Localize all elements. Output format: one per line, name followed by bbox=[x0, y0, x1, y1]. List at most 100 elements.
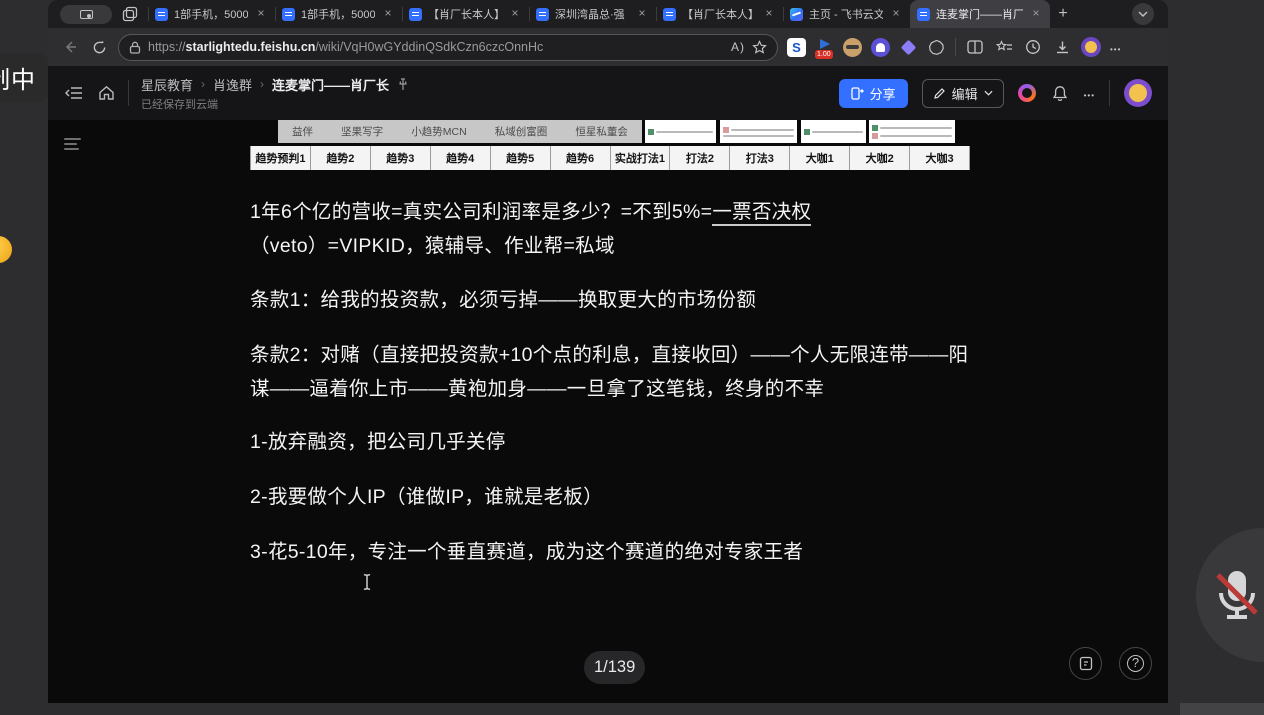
extension-avatar-icon[interactable] bbox=[843, 38, 862, 57]
link-preview-thumbnail bbox=[872, 125, 952, 131]
document-icon bbox=[536, 8, 549, 21]
link-preview-thumbnail bbox=[723, 135, 794, 137]
tab-title: 深圳湾晶总·强 bbox=[555, 6, 629, 22]
extension-gem-icon[interactable] bbox=[899, 38, 918, 57]
favorite-star-icon[interactable] bbox=[752, 40, 767, 55]
tab-workspaces-icon[interactable] bbox=[122, 6, 138, 22]
table-cell[interactable]: 趋势6 bbox=[551, 146, 611, 170]
extension-s-icon[interactable] bbox=[787, 38, 806, 57]
tab-list-dropdown[interactable] bbox=[1132, 3, 1154, 25]
help-button[interactable] bbox=[1119, 647, 1152, 680]
more-menu-icon[interactable] bbox=[1084, 85, 1095, 101]
table-cell[interactable]: 坚果写字 bbox=[341, 124, 383, 139]
browser-tab[interactable]: 深圳湾晶总·强 bbox=[529, 0, 656, 28]
browser-tab-active[interactable]: 连麦掌门——肖厂 bbox=[910, 0, 1050, 28]
address-bar[interactable]: https://starlightedu.feishu.cn/wiki/VqH0… bbox=[118, 34, 778, 61]
close-icon[interactable] bbox=[508, 7, 522, 21]
close-icon[interactable] bbox=[254, 7, 268, 21]
browser-window: 1部手机，5000 1部手机，5000 【肖厂长本人】 深圳湾晶总·强 【肖厂长 bbox=[48, 0, 1168, 703]
link-preview-thumbnail bbox=[723, 127, 794, 133]
table-thumbnail-cell[interactable] bbox=[801, 120, 866, 143]
refresh-icon[interactable] bbox=[89, 37, 109, 57]
table-cell[interactable]: 益伴 bbox=[292, 124, 313, 139]
desktop-corner-patch bbox=[1180, 703, 1264, 715]
table-cell[interactable]: 趋势5 bbox=[491, 146, 551, 170]
paragraph-text: （veto）=VIPKID，猿辅导、作业帮=私域 bbox=[250, 235, 615, 257]
table-thumbnail-cell[interactable] bbox=[645, 120, 716, 143]
table-cell[interactable]: 打法2 bbox=[670, 146, 730, 170]
tab-title: 【肖厂长本人】 bbox=[682, 6, 756, 22]
record-ring-icon[interactable] bbox=[1018, 84, 1036, 102]
extension-cookie-icon[interactable] bbox=[927, 38, 946, 57]
outline-toggle-icon[interactable] bbox=[64, 138, 81, 153]
edit-button[interactable]: 编辑 bbox=[922, 79, 1004, 108]
close-icon[interactable] bbox=[762, 7, 776, 21]
table-cell[interactable]: 打法3 bbox=[730, 146, 790, 170]
new-tab-button[interactable] bbox=[1050, 1, 1076, 27]
table-cell[interactable]: 恒星私董会 bbox=[575, 124, 628, 139]
split-screen-icon[interactable] bbox=[965, 37, 985, 57]
browser-tab[interactable]: 1部手机，5000 bbox=[275, 0, 402, 28]
table-cell[interactable]: 私域创富圈 bbox=[495, 124, 548, 139]
user-avatar[interactable] bbox=[1124, 79, 1152, 107]
downloads-icon[interactable] bbox=[1052, 37, 1072, 57]
table-cell[interactable]: 趋势2 bbox=[311, 146, 371, 170]
table-cell[interactable]: 趋势预判1 bbox=[250, 146, 311, 170]
comment-notes-button[interactable] bbox=[1069, 647, 1102, 680]
edit-label: 编辑 bbox=[952, 84, 978, 103]
browser-tab[interactable]: 【肖厂长本人】 bbox=[402, 0, 529, 28]
mute-microphone-button[interactable] bbox=[1196, 528, 1264, 662]
extension-badge: 1.00 bbox=[815, 50, 833, 59]
extension-ghost-icon[interactable] bbox=[871, 38, 890, 57]
browser-tab[interactable]: 主页 - 飞书云文档 bbox=[783, 0, 910, 28]
table-cell[interactable]: 趋势4 bbox=[431, 146, 491, 170]
notification-bell-icon[interactable] bbox=[1050, 83, 1070, 103]
share-button[interactable]: 分享 bbox=[839, 79, 908, 108]
screen-share-button[interactable] bbox=[60, 5, 112, 24]
table-cell[interactable]: 趋势3 bbox=[371, 146, 431, 170]
home-icon[interactable] bbox=[96, 83, 116, 103]
url-domain: starlightedu.feishu.cn bbox=[186, 40, 316, 54]
browser-menu-icon[interactable] bbox=[1110, 39, 1121, 55]
breadcrumb-separator bbox=[201, 77, 205, 91]
extension-flag-icon[interactable]: 1.00 bbox=[815, 38, 834, 57]
underlined-text: 一票否决权 bbox=[712, 201, 811, 226]
browser-profile-avatar[interactable] bbox=[1081, 37, 1101, 57]
close-icon[interactable] bbox=[1029, 7, 1043, 21]
breadcrumb-item[interactable]: 肖逸群 bbox=[213, 75, 252, 94]
table-cell[interactable]: 实战打法1 bbox=[611, 146, 671, 170]
feishu-header-left: 星辰教育 肖逸群 连麦掌门——肖厂长 已经保存到云端 bbox=[64, 75, 409, 112]
tab-title: 【肖厂长本人】 bbox=[428, 6, 502, 22]
breadcrumb-item[interactable]: 星辰教育 bbox=[141, 75, 193, 94]
table-cell[interactable]: 小趋势MCN bbox=[411, 124, 466, 139]
back-icon[interactable] bbox=[60, 37, 80, 57]
table-thumbnail-cell[interactable] bbox=[869, 120, 955, 143]
close-icon[interactable] bbox=[635, 7, 649, 21]
table-thumbnail-cell[interactable] bbox=[720, 120, 797, 143]
url-path: /wiki/VqH0wGYddinQSdkCzn6czcOnnHc bbox=[315, 40, 543, 54]
read-aloud-icon[interactable] bbox=[731, 40, 745, 54]
document-icon bbox=[282, 8, 295, 21]
document-icon bbox=[917, 8, 930, 21]
history-icon[interactable] bbox=[1023, 37, 1043, 57]
link-preview-thumbnail bbox=[872, 133, 952, 139]
table-cell[interactable]: 大咖3 bbox=[910, 146, 970, 170]
tab-title: 主页 - 飞书云文档 bbox=[809, 6, 883, 22]
favorites-bar-icon[interactable] bbox=[994, 37, 1014, 57]
header-divider bbox=[128, 80, 129, 106]
table-cell[interactable]: 大咖1 bbox=[790, 146, 850, 170]
close-icon[interactable] bbox=[381, 7, 395, 21]
pencil-icon bbox=[933, 87, 946, 100]
document-icon bbox=[155, 8, 168, 21]
notification-dot bbox=[0, 236, 12, 263]
table-row-headers: 益伴 坚果写字 小趋势MCN 私域创富圈 恒星私董会 bbox=[278, 120, 642, 143]
browser-toolbar: https://starlightedu.feishu.cn/wiki/VqH0… bbox=[48, 28, 1168, 66]
sidebar-toggle-icon[interactable] bbox=[64, 83, 84, 103]
table-cell[interactable]: 大咖2 bbox=[850, 146, 910, 170]
breadcrumb-item-current[interactable]: 连麦掌门——肖厂长 bbox=[272, 75, 389, 94]
browser-tab[interactable]: 【肖厂长本人】 bbox=[656, 0, 783, 28]
pin-icon[interactable] bbox=[397, 78, 409, 91]
close-icon[interactable] bbox=[889, 7, 903, 21]
browser-tab[interactable]: 1部手机，5000 bbox=[148, 0, 275, 28]
link-preview-thumbnail bbox=[804, 129, 863, 135]
